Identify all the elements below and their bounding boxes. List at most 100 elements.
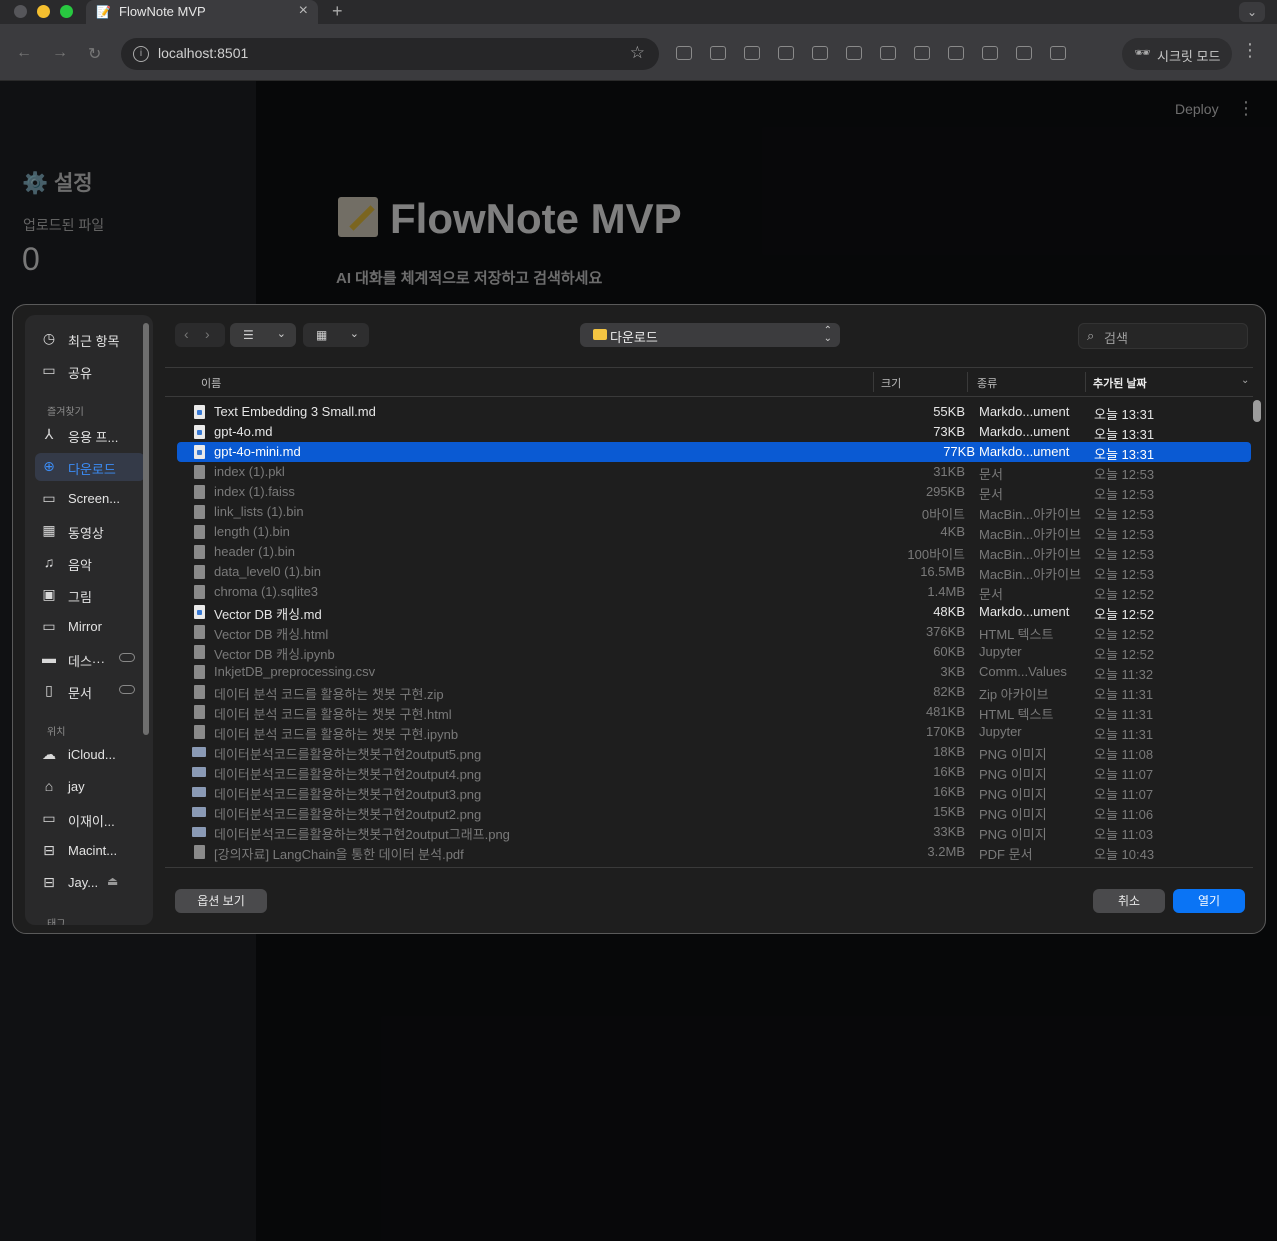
translate-icon[interactable] [846,46,862,60]
sidebar-item-icloud[interactable]: ☁ iCloud... [35,741,145,769]
memo-icon: 📝 [96,5,111,19]
file-name: length (1).bin [214,524,290,539]
location-pin-icon[interactable] [710,46,726,60]
sidebar-item-shared[interactable]: ▭ 공유 [35,357,145,385]
back-forward-buttons: ‹ › [175,323,225,347]
reload-icon[interactable]: ↻ [88,44,101,64]
location-popup[interactable]: 다운로드 ⌃ ⌄ [580,323,840,347]
file-row[interactable]: header (1).bin 100바이트 MacBin...아카이브 오늘 12:5… [165,542,1253,562]
window-close-button[interactable] [14,5,27,18]
browser-tab[interactable]: 📝 FlowNote MVP × [86,0,318,24]
forward-chevron-icon[interactable]: › [205,326,210,342]
file-row[interactable]: chroma (1).sqlite3 1.4MB 문서 오늘 12:52 [165,582,1253,602]
file-row[interactable]: gpt-4o.md 73KB Markdo...ument 오늘 13:31 [165,422,1253,442]
file-row[interactable]: 데이터분석코드를활용하는챗봇구현2output2.png 15KB PNG 이미지 오… [165,802,1253,822]
sidebar-item-jay-drive[interactable]: ⊟ Jay... ⏏ [35,869,145,897]
file-date: 오늘 11:07 [1094,767,1154,782]
sidebar-item-computer[interactable]: ▭ 이재이... [35,805,145,833]
back-chevron-icon[interactable]: ‹ [184,326,189,342]
sidebar-item-mirror[interactable]: ▭ Mirror [35,613,145,641]
star-icon[interactable] [744,46,760,60]
sidebar-item-movies[interactable]: ▦ 동영상 [35,517,145,545]
file-row[interactable]: gpt-4o-mini.md 77KB Markdo...ument 오늘 13:31 [177,442,1251,462]
document-file-icon [194,585,205,599]
group-view-button[interactable]: ▦ ⌄ [303,323,369,347]
tab-search-button[interactable]: ⌄ [1239,2,1265,22]
link-icon[interactable] [948,46,964,60]
site-info-icon[interactable]: i [133,46,149,62]
file-date: 오늘 13:31 [1094,447,1155,462]
eject-icon[interactable]: ⏏ [107,874,118,888]
search-field[interactable]: ⌕ 검색 [1078,323,1248,349]
list-view-button[interactable]: ☰ ⌄ [230,323,296,347]
sidebar-scrollbar[interactable] [143,323,149,735]
screenshot-icon[interactable] [880,46,896,60]
sidebar-icon[interactable] [914,46,930,60]
file-row[interactable]: data_level0 (1).bin 16.5MB MacBin...아카이브 오늘… [165,562,1253,582]
key-icon[interactable] [676,46,692,60]
open-button[interactable]: 열기 [1173,889,1245,913]
sidebar-item-home[interactable]: ⌂ jay [35,773,145,801]
cast-icon[interactable] [982,46,998,60]
sidebar-item-macintosh-hd[interactable]: ⊟ Macint... [35,837,145,865]
home-icon: ⌂ [44,778,54,794]
clock-icon: ◷ [42,330,56,346]
file-row[interactable]: length (1).bin 4KB MacBin...아카이브 오늘 12:53 [165,522,1253,542]
file-list-scrollbar[interactable] [1253,400,1261,422]
url-text[interactable]: localhost:8501 [158,45,248,61]
sidebar-item-label: 문서 [68,686,92,701]
back-arrow-icon[interactable]: ← [16,44,32,62]
file-row[interactable]: Vector DB 캐싱.ipynb 60KB Jupyter 오늘 12:52 [165,642,1253,662]
file-row[interactable]: Vector DB 캐싱.html 376KB HTML 텍스트 오늘 12:52 [165,622,1253,642]
file-date: 오늘 11:32 [1094,667,1154,682]
qr-code-icon[interactable] [812,46,828,60]
sidebar-item-pictures[interactable]: ▣ 그림 [35,581,145,609]
browser-menu-icon[interactable]: ⋮ [1241,40,1259,61]
sidebar-item-screenshots[interactable]: ▭ Screen... [35,485,145,513]
file-row[interactable]: [강의자료] LangChain을 통한 데이터 분석.pdf 3.2MB PDF … [165,842,1253,862]
document-file-icon [194,725,205,739]
bookmark-star-icon[interactable]: ☆ [630,43,645,63]
file-row[interactable]: link_lists (1).bin 0바이트 MacBin...아카이브 오늘 12… [165,502,1253,522]
file-row[interactable]: Text Embedding 3 Small.md 55KB Markdo...um… [165,402,1253,422]
window-zoom-button[interactable] [60,5,73,18]
file-row[interactable]: 데이터분석코드를활용하는챗봇구현2output그래프.png 33KB PNG 이미… [165,822,1253,842]
file-row[interactable]: 데이터분석코드를활용하는챗봇구현2output3.png 16KB PNG 이미지 오… [165,782,1253,802]
address-bar[interactable]: i localhost:8501 ☆ [121,38,659,70]
sidebar-item-downloads[interactable]: ⊕ 다운로드 [35,453,145,481]
code-icon[interactable] [1050,46,1066,60]
sidebar-item-label: Jay... [68,875,99,890]
column-kind[interactable]: 종류 [977,375,997,391]
sidebar-item-documents[interactable]: ▯ 문서 [35,677,145,705]
show-options-button[interactable]: 옵션 보기 [175,889,267,913]
window-minimize-button[interactable] [37,5,50,18]
column-name[interactable]: 이름 [201,375,221,391]
sidebar-item-desktop[interactable]: ▬ 데스··· [35,645,145,673]
forward-arrow-icon[interactable]: → [52,44,68,62]
layout-icon[interactable] [1016,46,1032,60]
file-row[interactable]: index (1).faiss 295KB 문서 오늘 12:53 [165,482,1253,502]
column-divider [873,372,874,392]
column-date-added[interactable]: 추가된 날짜 [1093,375,1147,391]
file-row[interactable]: index (1).pkl 31KB 문서 오늘 12:53 [165,462,1253,482]
file-size: 16KB [933,784,965,799]
sidebar-item-recent[interactable]: ◷ 최근 항목 [35,325,145,353]
sidebar-item-music[interactable]: ♫ 음악 [35,549,145,577]
file-row[interactable]: InkjetDB_preprocessing.csv 3KB Comm...Valu… [165,662,1253,682]
tab-close-button[interactable]: × [299,2,308,20]
sidebar-item-applications[interactable]: ⅄ 응용 프... [35,421,145,449]
file-row[interactable]: 데이터 분석 코드를 활용하는 챗봇 구현.html 481KB HTML 텍스트 오… [165,702,1253,722]
file-row[interactable]: 데이터분석코드를활용하는챗봇구현2output4.png 16KB PNG 이미지 오… [165,762,1253,782]
file-date: 오늘 11:03 [1094,827,1154,842]
cancel-button[interactable]: 취소 [1093,889,1165,913]
incognito-badge[interactable]: 🕶 시크릿 모드 [1122,38,1232,70]
file-row[interactable]: 데이터분석코드를활용하는챗봇구현2output5.png 18KB PNG 이미지 오… [165,742,1253,762]
file-row[interactable]: 데이터 분석 코드를 활용하는 챗봇 구현.zip 82KB Zip 아카이브 오늘 … [165,682,1253,702]
sort-chevron-icon[interactable]: ⌄ [1241,375,1249,386]
file-kind: PDF 문서 [979,847,1033,862]
file-row[interactable]: 데이터 분석 코드를 활용하는 챗봇 구현.ipynb 170KB Jupyter 오… [165,722,1253,742]
file-row[interactable]: Vector DB 캐싱.md 48KB Markdo...ument 오늘 12:5… [165,602,1253,622]
new-tab-button[interactable]: + [332,1,343,22]
reader-icon[interactable] [778,46,794,60]
column-size[interactable]: 크기 [881,375,901,391]
